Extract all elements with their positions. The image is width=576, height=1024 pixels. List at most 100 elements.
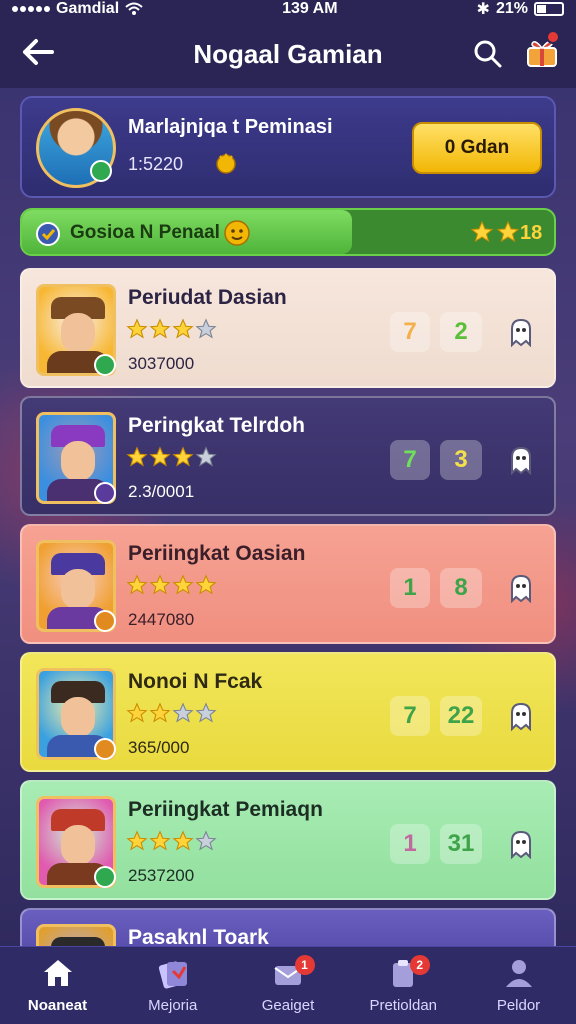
level-value: 7 — [403, 702, 417, 729]
bluetooth-icon: ✱ — [476, 1, 490, 18]
star-icon — [149, 574, 171, 595]
profile-icon — [505, 960, 532, 987]
star-icon — [195, 574, 217, 595]
add-friend-button[interactable] — [504, 314, 538, 350]
star-icon — [126, 702, 148, 723]
ghost-icon — [511, 446, 531, 475]
search-icon — [474, 40, 502, 68]
nav-item-mail[interactable]: 1 Geaiget — [231, 947, 346, 1024]
rating-stars — [126, 446, 217, 468]
profile-score: 1:5220 — [128, 154, 184, 174]
clock: 139 AM — [282, 0, 338, 17]
ghost-icon — [511, 702, 531, 731]
star-empty-icon — [195, 446, 217, 467]
star-icon — [172, 830, 194, 851]
medal-icon — [36, 222, 60, 246]
nav-item-clipboard[interactable]: 2 Pretioldan — [346, 947, 461, 1024]
notification-dot — [546, 30, 560, 44]
battery-percent: 21% — [495, 0, 528, 17]
leaderboard-row[interactable]: Periingkat Oasian 2447080 1 8 — [20, 524, 556, 644]
rating-stars — [126, 702, 217, 724]
star-icon — [126, 446, 148, 467]
nav-label: Geaiget — [261, 997, 315, 1014]
count-badge: 2 — [440, 312, 482, 352]
add-friend-button[interactable] — [504, 442, 538, 478]
star-empty-icon — [195, 702, 217, 723]
star-icon — [172, 446, 194, 467]
count-badge: 8 — [440, 568, 482, 608]
nav-item-profile[interactable]: Peldor — [461, 947, 576, 1024]
level-value: 7 — [403, 318, 417, 345]
back-button[interactable] — [18, 32, 58, 72]
ghost-icon — [511, 574, 531, 603]
leaderboard-row[interactable]: Periingkat Pemiaqn 2537200 1 31 — [20, 780, 556, 900]
star-icon — [172, 318, 194, 339]
count-value: 31 — [447, 830, 475, 857]
star-icon — [126, 318, 148, 339]
player-name: Periingkat Oasian — [128, 542, 306, 565]
progress-count: 18 — [520, 222, 543, 244]
ghost-icon — [511, 830, 531, 859]
player-points: 2447080 — [128, 610, 195, 629]
player-name: Periudat Dasian — [128, 286, 287, 309]
home-icon — [43, 960, 72, 986]
level-badge: 7 — [390, 312, 430, 352]
avatar-status-badge — [90, 160, 112, 182]
player-name: Periingkat Pemiaqn — [128, 798, 323, 821]
nav-item-cards[interactable]: Mejoria — [115, 947, 230, 1024]
leaderboard-row[interactable]: Peringkat Telrdoh 2.3/0001 7 3 — [20, 396, 556, 516]
claim-button[interactable]: 0 Gdan — [412, 122, 542, 174]
rating-stars — [126, 830, 217, 852]
star-icon — [126, 830, 148, 851]
star-icon — [149, 830, 171, 851]
add-friend-button[interactable] — [504, 826, 538, 862]
add-friend-button[interactable] — [504, 570, 538, 606]
star-icon — [126, 574, 148, 595]
count-badge: 3 — [440, 440, 482, 480]
player-points: 2537200 — [128, 866, 195, 885]
rating-stars — [126, 574, 217, 596]
star-icon — [470, 220, 494, 243]
search-button[interactable] — [468, 34, 508, 74]
star-empty-icon — [195, 318, 217, 339]
star-icon — [149, 318, 171, 339]
wifi-icon — [125, 2, 143, 15]
notification-badge: 1 — [294, 955, 315, 975]
nav-label: Pretioldan — [369, 997, 438, 1014]
nav-label: Noaneat — [27, 997, 88, 1014]
carrier-label: Gamdial — [56, 0, 120, 17]
count-badge: 22 — [440, 696, 482, 736]
profile-name: Marlajnjqa t Peminasi — [128, 116, 333, 138]
smiley-coin-icon — [224, 220, 250, 246]
star-empty-icon — [172, 702, 194, 723]
count-value: 3 — [454, 446, 468, 473]
count-value: 22 — [447, 702, 475, 729]
add-friend-button[interactable] — [504, 698, 538, 734]
avatar-status-badge — [94, 866, 116, 888]
leaderboard-row[interactable]: Nonoi N Fcak 365/000 7 22 — [20, 652, 556, 772]
progress-label: Gosioa N Penaal — [70, 222, 220, 243]
battery-icon — [533, 2, 564, 16]
level-badge: 7 — [390, 696, 430, 736]
avatar-status-badge — [94, 482, 116, 504]
profile-card[interactable]: Marlajnjqa t Peminasi 1:5220 0 Gdan — [20, 96, 556, 198]
count-badge: 31 — [440, 824, 482, 864]
progress-bar: Gosioa N Penaal 18 — [20, 208, 556, 256]
crown-coin-icon — [216, 153, 236, 174]
signal-icon — [12, 6, 50, 12]
notification-badge: 2 — [409, 955, 430, 975]
player-points: 365/000 — [128, 738, 190, 757]
nav-item-home[interactable]: Noaneat — [0, 947, 115, 1024]
leaderboard-row[interactable]: Periudat Dasian 3037000 7 2 — [20, 268, 556, 388]
status-bar: Gamdial 139 AM ✱ 21% — [0, 0, 576, 18]
level-value: 1 — [403, 574, 417, 601]
star-empty-icon — [195, 830, 217, 851]
nav-label: Peldor — [496, 997, 541, 1014]
app-header: Nogaal Gamian — [0, 22, 576, 86]
gift-button[interactable] — [520, 30, 564, 74]
ghost-icon — [511, 318, 531, 347]
star-icon — [172, 574, 194, 595]
player-points: 3037000 — [128, 354, 195, 373]
arrow-left-icon — [23, 39, 54, 65]
player-name: Nonoi N Fcak — [128, 670, 263, 693]
